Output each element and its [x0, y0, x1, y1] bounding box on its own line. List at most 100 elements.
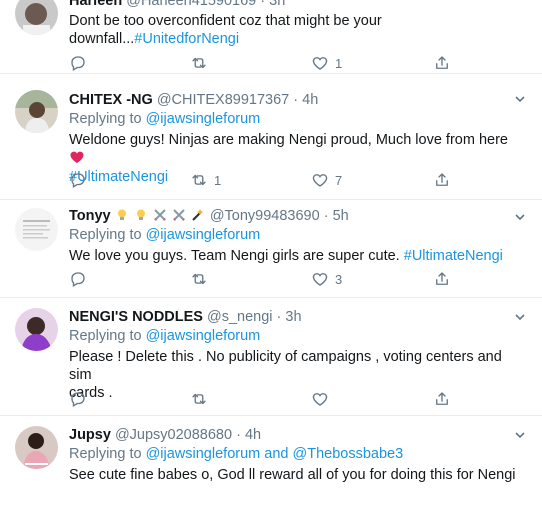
tweet-actions: 3 [69, 269, 542, 289]
tweet-actions: 1 [69, 53, 542, 73]
swords-emoji [153, 209, 166, 221]
replying-to-handle[interactable]: @ijawsingleforum [146, 328, 261, 344]
user-handle[interactable]: @Jupsy02088680 [115, 427, 232, 443]
separator-dot: · [293, 92, 299, 108]
tweet-body: Weldone guys! Ninjas are making Nengi pr… [69, 132, 508, 148]
timestamp[interactable]: 3h [285, 309, 301, 325]
tweet-actions [69, 389, 542, 409]
swords-emoji [172, 209, 185, 221]
retweet-icon [192, 393, 206, 405]
share-button[interactable] [433, 269, 451, 289]
retweet-button[interactable] [190, 389, 208, 409]
timestamp[interactable]: 4h [302, 92, 318, 108]
heart-emoji [70, 151, 84, 163]
replying-to-handle[interactable]: @ijawsingleforum [146, 111, 261, 127]
tweet-text: Dont be too overconfident coz that might… [69, 12, 520, 48]
bulb-emoji [117, 209, 126, 220]
share-icon [436, 392, 448, 405]
retweet-icon [192, 57, 206, 69]
like-count: 7 [335, 172, 343, 188]
reply-button[interactable] [69, 269, 87, 289]
share-icon [436, 272, 448, 285]
tweet-harleen[interactable]: Harleen @Harleen41590169 · 3h Dont be to… [0, 0, 542, 74]
share-button[interactable] [433, 170, 451, 190]
display-name[interactable]: Jupsy [69, 427, 111, 443]
avatar[interactable] [15, 426, 58, 469]
retweet-button[interactable] [190, 269, 208, 289]
share-button[interactable] [433, 53, 451, 73]
retweet-icon [192, 273, 206, 285]
separator-dot: · [260, 0, 266, 9]
like-icon [312, 273, 328, 286]
timestamp[interactable]: 4h [245, 427, 261, 443]
reply-icon [71, 392, 85, 407]
like-icon [312, 174, 328, 187]
reply-icon [71, 272, 85, 287]
magic-wand-emoji [192, 209, 203, 221]
avatar[interactable] [15, 90, 58, 133]
reply-button[interactable] [69, 389, 87, 409]
retweet-count: 1 [214, 172, 222, 188]
replying-to-label: Replying to [69, 111, 142, 127]
replying-to-handle[interactable]: @ijawsingleforum [146, 446, 261, 462]
timestamp[interactable]: 5h [333, 208, 349, 224]
tweet-header: NENGI'S NODDLES @s_nengi · 3h [69, 308, 520, 327]
share-icon [436, 173, 448, 186]
replying-to-label: Replying to [69, 227, 142, 243]
like-count: 1 [335, 55, 343, 71]
display-name[interactable]: Harleen [69, 0, 122, 9]
hashtag-link[interactable]: #UnitedforNengi [134, 31, 239, 47]
retweet-button[interactable] [190, 53, 208, 73]
tweet-header: Tonyy @Tony99483690 · 5h [69, 207, 520, 226]
tweet-chitex[interactable]: CHITEX -NG @CHITEX89917367 · 4h Replying… [0, 82, 542, 200]
avatar[interactable] [15, 0, 58, 35]
user-handle[interactable]: @CHITEX89917367 [157, 92, 289, 108]
share-button[interactable] [433, 389, 451, 409]
like-icon [312, 393, 328, 406]
display-name[interactable]: NENGI'S NODDLES [69, 309, 203, 325]
user-handle[interactable]: @Harleen41590169 [126, 0, 256, 9]
tweet-text: See cute fine babes o, God ll reward all… [69, 466, 520, 484]
retweet-icon [192, 174, 206, 186]
like-count: 3 [335, 271, 343, 287]
tweet-text: We love you guys. Team Nengi girls are s… [69, 247, 520, 265]
tweet-body: See cute fine babes o, God ll reward all… [69, 467, 516, 483]
tweet-body-line-1: Please ! Delete this . No publicity of c… [69, 349, 502, 383]
tweet-header: Harleen @Harleen41590169 · 3h [69, 0, 520, 11]
tweet-nengis-noddles[interactable]: NENGI'S NODDLES @s_nengi · 3h Replying t… [0, 298, 542, 416]
reply-button[interactable] [69, 170, 87, 190]
retweet-button[interactable]: 1 [190, 170, 221, 190]
replying-to: Replying to @ijawsingleforum [69, 327, 520, 346]
separator-dot: · [323, 208, 329, 224]
replying-to: Replying to @ijawsingleforum [69, 226, 520, 245]
like-button[interactable]: 1 [311, 53, 342, 73]
reply-icon [71, 56, 85, 71]
separator-dot: · [236, 427, 241, 443]
bulb-emoji [136, 209, 145, 220]
hashtag-link[interactable]: #UltimateNengi [404, 248, 503, 264]
like-button[interactable] [311, 389, 329, 409]
tweet-header: CHITEX -NG @CHITEX89917367 · 4h [69, 91, 520, 110]
replying-to: Replying to @ijawsingleforum and @Thebos… [69, 445, 520, 464]
replying-to-handle[interactable]: @ijawsingleforum [146, 227, 261, 243]
user-handle[interactable]: @Tony99483690 [210, 208, 320, 224]
tweet-jupsy[interactable]: Jupsy @Jupsy02088680 · 4h Replying to @i… [0, 416, 542, 508]
like-button[interactable]: 3 [311, 269, 342, 289]
tweet-body: We love you guys. Team Nengi girls are s… [69, 248, 400, 264]
like-button[interactable]: 7 [311, 170, 342, 190]
reply-icon [71, 173, 85, 188]
display-name[interactable]: Tonyy [69, 208, 111, 224]
avatar[interactable] [15, 308, 58, 351]
replying-to-and: and [264, 446, 289, 462]
avatar[interactable] [15, 208, 58, 251]
tweet-tonyy[interactable]: Tonyy @Tony99483690 · 5h Replying to @ij… [0, 200, 542, 298]
replying-to-handle-2[interactable]: @Thebossbabe3 [293, 446, 404, 462]
replying-to-label: Replying to [69, 446, 142, 462]
display-name[interactable]: CHITEX -NG [69, 92, 153, 108]
user-handle[interactable]: @s_nengi [207, 309, 273, 325]
replying-to-label: Replying to [69, 328, 142, 344]
timestamp[interactable]: 3h [269, 0, 285, 9]
like-icon [312, 57, 328, 70]
tweet-header: Jupsy @Jupsy02088680 · 4h [69, 426, 520, 445]
reply-button[interactable] [69, 53, 87, 73]
